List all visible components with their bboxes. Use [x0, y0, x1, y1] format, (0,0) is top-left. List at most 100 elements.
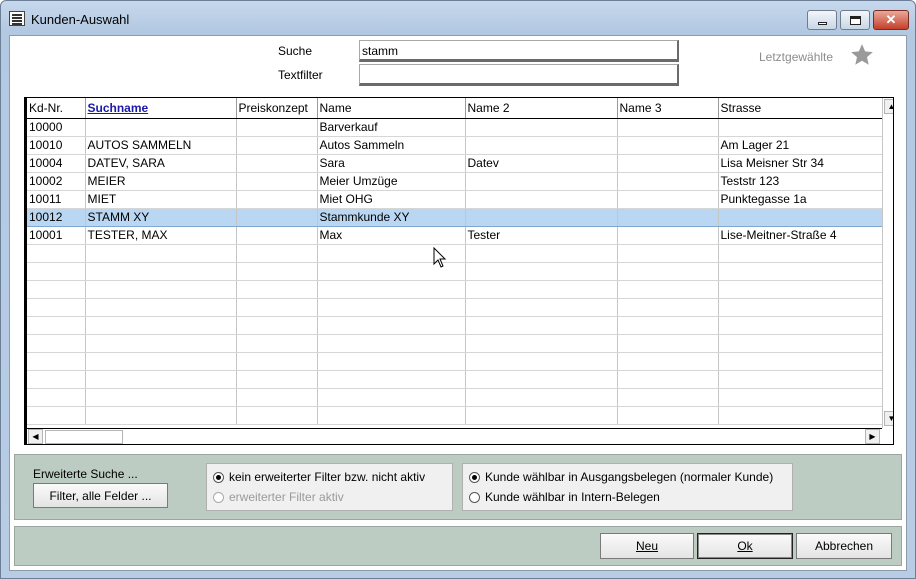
- table-cell: [617, 190, 719, 209]
- star-icon[interactable]: [849, 42, 875, 68]
- table-cell: Teststr 123: [718, 172, 883, 191]
- table-row[interactable]: 10012 STAMM XY Stammkunde XY: [27, 207, 883, 227]
- table-cell: MIET: [85, 190, 237, 209]
- scroll-left-button[interactable]: ◀: [28, 429, 43, 444]
- table-row[interactable]: 10002 MEIER Meier Umzüge Teststr 123: [27, 172, 883, 191]
- table-cell: [236, 280, 318, 299]
- table-row[interactable]: 10004 DATEV, SARA Sara Datev Lisa Meisner St…: [27, 154, 883, 173]
- window-title: Kunden-Auswahl: [31, 12, 130, 27]
- textfilter-label: Textfilter: [278, 68, 323, 82]
- new-button-label: Neu: [635, 539, 658, 553]
- table-cell: [27, 280, 86, 299]
- table-cell: [85, 262, 237, 281]
- scroll-right-button[interactable]: ▶: [865, 429, 880, 444]
- table-cell: [236, 244, 318, 263]
- table-cell: [465, 334, 618, 353]
- col-header-kdnr[interactable]: Kd-Nr.: [27, 98, 86, 119]
- radio-internal-customer[interactable]: Kunde wählbar in Intern-Belegen: [469, 490, 660, 504]
- col-header-suchname[interactable]: Suchname: [85, 98, 237, 119]
- col-header-strasse[interactable]: Strasse: [718, 98, 883, 119]
- table-cell: AUTOS SAMMELN: [85, 136, 237, 155]
- table-cell: [465, 280, 618, 299]
- col-header-preiskonzept[interactable]: Preiskonzept: [236, 98, 318, 119]
- table-cell: [465, 136, 618, 155]
- table-cell: Lisa Meisner Str 34: [718, 154, 883, 173]
- table-cell: 10012: [27, 207, 86, 227]
- textfilter-input[interactable]: [359, 64, 679, 86]
- table-cell: [317, 406, 466, 425]
- table-row[interactable]: 10000 Barverkauf: [27, 118, 883, 137]
- table-cell: [27, 244, 86, 263]
- table-cell: [718, 280, 883, 299]
- dialog-window: Kunden-Auswahl ✕ Suche Textfilter Letztg…: [0, 0, 916, 579]
- table-header: Kd-Nr. Suchname Preiskonzept Name Name 2…: [27, 98, 883, 119]
- table-cell: [617, 118, 719, 137]
- radio-no-filter[interactable]: kein erweiterter Filter bzw. nicht aktiv: [213, 470, 425, 484]
- table-cell: [718, 406, 883, 425]
- horizontal-scroll-thumb[interactable]: [45, 430, 123, 444]
- table-cell: [617, 334, 719, 353]
- extended-search-label: Erweiterte Suche ...: [33, 467, 138, 481]
- table-cell: [85, 316, 237, 335]
- table-cell: [617, 136, 719, 155]
- empty-table-row: [27, 262, 883, 281]
- table-cell: [617, 207, 719, 227]
- table-cell: Max: [317, 226, 466, 245]
- table-cell: Miet OHG: [317, 190, 466, 209]
- table-cell: [236, 388, 318, 407]
- title-bar: Kunden-Auswahl ✕: [1, 1, 915, 35]
- empty-table-row: [27, 298, 883, 317]
- maximize-button[interactable]: [840, 10, 870, 30]
- table-cell: Lise-Meitner-Straße 4: [718, 226, 883, 245]
- table-cell: STAMM XY: [85, 207, 237, 227]
- search-label: Suche: [278, 44, 313, 58]
- cancel-button[interactable]: Abbrechen: [796, 533, 892, 559]
- table-cell: [617, 154, 719, 173]
- scroll-down-button[interactable]: ▼: [884, 411, 893, 426]
- col-header-name3[interactable]: Name 3: [617, 98, 719, 119]
- table-cell: [465, 244, 618, 263]
- table-row[interactable]: 10011 MIET Miet OHG Punktegasse 1a: [27, 190, 883, 209]
- maximize-icon: [849, 15, 861, 25]
- filter-all-fields-button[interactable]: Filter, alle Felder ...: [33, 483, 168, 508]
- radio-normal-customer[interactable]: Kunde wählbar in Ausgangsbelegen (normal…: [469, 470, 773, 484]
- horizontal-scrollbar[interactable]: ◀ ▶: [27, 428, 882, 444]
- table-cell: 10004: [27, 154, 86, 173]
- table-cell: [236, 226, 318, 245]
- recent-label: Letztgewählte: [759, 50, 834, 64]
- table-cell: [27, 334, 86, 353]
- radio-selected-icon: [469, 471, 480, 483]
- table-cell: [317, 316, 466, 335]
- table-cell: [85, 388, 237, 407]
- new-button[interactable]: Neu: [600, 533, 694, 559]
- scroll-up-button[interactable]: ▲: [884, 99, 893, 114]
- table-cell: [617, 262, 719, 281]
- filter-options-group: kein erweiterter Filter bzw. nicht aktiv…: [206, 463, 453, 511]
- table-cell: Barverkauf: [317, 118, 466, 137]
- table-cell: 10002: [27, 172, 86, 191]
- table-row[interactable]: 10010 AUTOS SAMMELN Autos Sammeln Am Lager …: [27, 136, 883, 155]
- mouse-cursor-icon: [433, 247, 447, 268]
- table-cell: [465, 406, 618, 425]
- table-cell: [236, 352, 318, 371]
- table-cell: [317, 280, 466, 299]
- ok-button[interactable]: Ok: [697, 533, 793, 559]
- col-header-name[interactable]: Name: [317, 98, 466, 119]
- radio-filter-active: erweiterter Filter aktiv: [213, 490, 344, 504]
- search-input[interactable]: [359, 40, 679, 62]
- table-cell: [718, 118, 883, 137]
- minimize-button[interactable]: [807, 10, 837, 30]
- close-button[interactable]: ✕: [873, 10, 909, 30]
- table-cell: [85, 370, 237, 389]
- table-cell: 10001: [27, 226, 86, 245]
- table-cell: [718, 388, 883, 407]
- empty-table-row: [27, 352, 883, 371]
- close-icon: ✕: [885, 12, 897, 27]
- table-row[interactable]: 10001 TESTER, MAX Max Tester Lise-Meitner-St…: [27, 226, 883, 245]
- customer-grid[interactable]: Kd-Nr. Suchname Preiskonzept Name Name 2…: [24, 97, 894, 445]
- col-header-name2[interactable]: Name 2: [465, 98, 618, 119]
- table-cell: Sara: [317, 154, 466, 173]
- table-cell: [236, 172, 318, 191]
- vertical-scrollbar[interactable]: ▲ ▼: [882, 98, 893, 428]
- table-cell: [317, 352, 466, 371]
